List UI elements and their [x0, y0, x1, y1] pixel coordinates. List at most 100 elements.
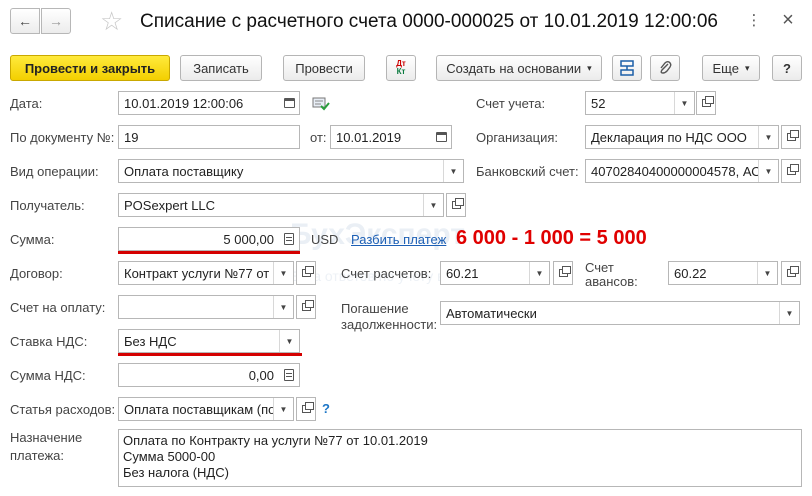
back-button[interactable]: ← [10, 8, 40, 34]
chevron-down-icon[interactable]: ▼ [779, 302, 799, 324]
account-label: Счет учета: [476, 96, 546, 111]
calculator-icon [284, 369, 294, 381]
calendar-button[interactable] [431, 126, 451, 148]
save-button[interactable]: Записать [180, 55, 262, 81]
invoice-select[interactable]: ▼ [118, 295, 294, 319]
more-options-button[interactable]: ⋮ [742, 8, 766, 32]
create-based-on-button[interactable]: Создать на основании ▾ [436, 55, 602, 81]
open-icon [301, 402, 314, 413]
open-expense-item-button[interactable] [296, 397, 316, 421]
document-number-value: 19 [124, 129, 139, 145]
open-settlement-account-button[interactable] [553, 261, 573, 285]
chevron-down-icon[interactable]: ▼ [758, 126, 778, 148]
post-button[interactable]: Провести [283, 55, 365, 81]
expense-item-label: Статья расходов: [10, 402, 116, 417]
advance-account-label: Счет авансов: [585, 261, 638, 289]
contract-select[interactable]: Контракт услуги №77 от ▼ [118, 261, 294, 285]
create-based-on-label: Создать на основании [446, 60, 582, 76]
amount-highlight-underline [118, 251, 300, 254]
arrow-left-icon: ← [18, 13, 32, 29]
chevron-down-icon[interactable]: ▼ [674, 92, 694, 114]
payment-purpose-line: Оплата по Контракту на услуги №77 от 10.… [123, 433, 428, 448]
bank-account-value: 40702840400000004578, АО [591, 163, 758, 179]
invoice-label: Счет на оплату: [10, 300, 106, 315]
open-account-button[interactable] [696, 91, 716, 115]
bank-account-select[interactable]: 40702840400000004578, АО ▼ [585, 159, 779, 183]
more-button[interactable]: Еще ▾ [702, 55, 760, 81]
chevron-down-icon[interactable]: ▼ [529, 262, 549, 284]
date-field[interactable]: 10.01.2019 12:00:06 [118, 91, 300, 115]
favorite-star-icon[interactable]: ☆ [100, 6, 123, 36]
open-icon [558, 266, 571, 277]
debt-repayment-label-line-1: Погашение [341, 301, 409, 316]
settlement-account-label: Счет расчетов: [341, 266, 432, 281]
paperclip-icon [660, 60, 672, 74]
document-number-input[interactable]: 19 [118, 125, 300, 149]
expense-item-select[interactable]: Оплата поставщикам (по ▼ [118, 397, 294, 421]
split-payment-link[interactable]: Разбить платеж [351, 232, 446, 247]
open-advance-account-button[interactable] [781, 261, 801, 285]
open-icon [786, 266, 799, 277]
vat-rate-label: Ставка НДС: [10, 334, 88, 349]
open-recipient-button[interactable] [446, 193, 466, 217]
structure-icon [620, 60, 634, 76]
vat-sum-input[interactable]: 0,00 [118, 363, 300, 387]
payment-purpose-textarea[interactable]: Оплата по Контракту на услуги №77 от 10.… [118, 429, 802, 487]
debt-repayment-select[interactable]: Автоматически ▼ [440, 301, 800, 325]
operation-type-select[interactable]: Оплата поставщику ▼ [118, 159, 464, 183]
payment-purpose-line: Сумма 5000-00 [123, 449, 216, 464]
recipient-select[interactable]: POSexpert LLC ▼ [118, 193, 444, 217]
close-icon: × [782, 8, 794, 31]
verify-button[interactable] [312, 95, 330, 114]
close-button[interactable]: × [776, 8, 800, 32]
open-bank-account-button[interactable] [781, 159, 801, 183]
chevron-down-icon[interactable]: ▼ [279, 330, 299, 352]
settlement-account-select[interactable]: 60.21 ▼ [440, 261, 550, 285]
contract-value: Контракт услуги №77 от [124, 265, 270, 281]
vat-sum-value: 0,00 [248, 367, 274, 383]
advance-account-select[interactable]: 60.22 ▼ [668, 261, 778, 285]
open-organization-button[interactable] [781, 125, 801, 149]
chevron-down-icon[interactable]: ▼ [758, 160, 778, 182]
account-select[interactable]: 52 ▼ [585, 91, 695, 115]
forward-button[interactable]: → [41, 8, 71, 34]
chevron-down-icon[interactable]: ▼ [273, 262, 293, 284]
chevron-down-icon[interactable]: ▼ [443, 160, 463, 182]
open-invoice-button[interactable] [296, 295, 316, 319]
dt-kt-button[interactable]: Дт Кт [386, 55, 416, 81]
attach-button[interactable] [650, 55, 680, 81]
calculator-button[interactable] [279, 228, 299, 250]
vat-sum-label: Сумма НДС: [10, 368, 86, 383]
chevron-down-icon[interactable]: ▼ [757, 262, 777, 284]
organization-select[interactable]: Декларация по НДС ООО ▼ [585, 125, 779, 149]
expense-help-icon[interactable]: ? [322, 401, 330, 416]
payment-purpose-label-line-2: платежа: [10, 448, 64, 463]
page-title: Списание с расчетного счета 0000-000025 … [140, 11, 718, 32]
help-button[interactable]: ? [772, 55, 802, 81]
date-value: 10.01.2019 12:00:06 [124, 95, 244, 111]
calendar-button[interactable] [279, 92, 299, 114]
open-icon [786, 130, 799, 141]
chevron-down-icon[interactable]: ▼ [273, 296, 293, 318]
vat-rate-select[interactable]: Без НДС ▼ [118, 329, 300, 353]
advance-account-label-line-2: авансов: [585, 274, 638, 289]
calculator-icon [284, 233, 294, 245]
recipient-label: Получатель: [10, 198, 85, 213]
amount-value: 5 000,00 [223, 231, 274, 247]
operation-type-label: Вид операции: [10, 164, 99, 179]
document-date-field[interactable]: 10.01.2019 [330, 125, 452, 149]
amount-input[interactable]: 5 000,00 [118, 227, 300, 251]
calculator-button[interactable] [279, 364, 299, 386]
date-label: Дата: [10, 96, 43, 111]
open-contract-button[interactable] [296, 261, 316, 285]
structure-button[interactable] [612, 55, 642, 81]
open-icon [301, 266, 314, 277]
payment-purpose-label-line-1: Назначение [10, 430, 83, 445]
chevron-down-icon[interactable]: ▼ [273, 398, 293, 420]
chevron-down-icon[interactable]: ▼ [423, 194, 443, 216]
vat-rate-value: Без НДС [124, 333, 177, 349]
post-and-close-button[interactable]: Провести и закрыть [10, 55, 170, 81]
kt-text: Кт [396, 67, 406, 76]
debt-repayment-label: Погашение задолженности: [341, 302, 437, 332]
chevron-down-icon: ▾ [587, 62, 592, 73]
